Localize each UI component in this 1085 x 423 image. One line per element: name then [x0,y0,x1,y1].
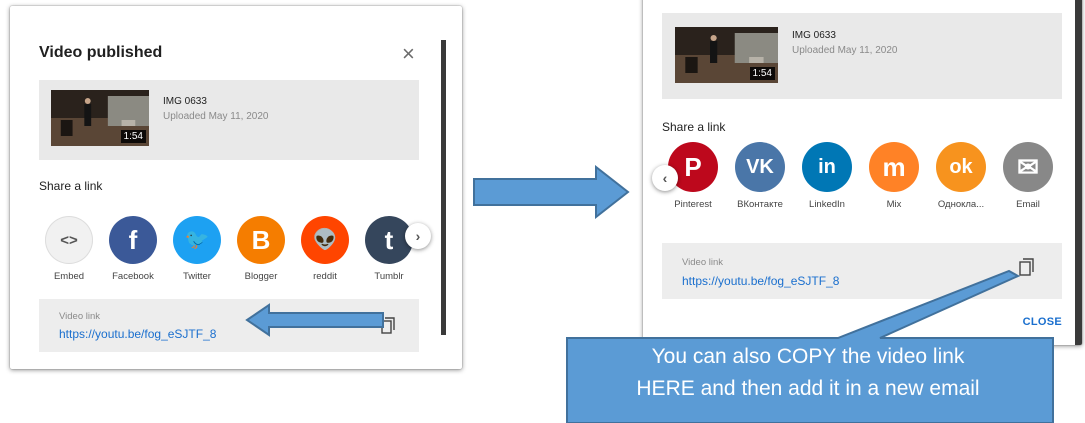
video-title: IMG 0633 [163,96,207,107]
code-icon: <> [45,216,93,264]
share-item-linkedin[interactable]: in LinkedIn [797,142,857,210]
dialog-title: Video published [39,44,163,61]
share-item-twitter[interactable]: 🐦 Twitter [167,216,227,282]
duration-badge: 1:54 [749,67,775,80]
previous-arrow-button[interactable]: ‹ [652,165,678,191]
chevron-right-icon: › [415,228,421,244]
linkedin-icon: in [802,142,852,192]
share-item-facebook[interactable]: f Facebook [103,216,163,282]
share-item-label: Однокла... [937,199,985,210]
share-item-label: reddit [313,271,337,282]
share-item-blogger[interactable]: B Blogger [231,216,291,282]
scrollbar[interactable] [1075,0,1082,345]
share-item-label: Blogger [244,271,278,282]
email-icon: ✉ [1003,142,1053,192]
share-item-label: Pinterest [674,199,712,210]
mix-icon: m [869,142,919,192]
share-item-label: LinkedIn [809,199,845,210]
share-item-label: Twitter [183,271,211,282]
vk-icon: VK [735,142,785,192]
share-item-email[interactable]: ✉ Email [998,142,1058,210]
right-arrow-shape [473,165,630,219]
upload-date: Uploaded May 11, 2020 [792,45,898,56]
video-thumbnail: 1:54 [675,27,778,83]
chevron-left-icon: ‹ [662,170,668,186]
blogger-icon: B [237,216,285,264]
share-item-label: Facebook [112,271,154,282]
callout-line-2: HERE and then add it in a new email [636,377,980,400]
video-title: IMG 0633 [792,30,836,41]
callout-line-1: You can also COPY the video link [651,345,965,368]
scrollbar[interactable] [441,40,446,335]
close-icon[interactable]: × [402,43,415,65]
video-link-label: Video link [59,311,101,322]
next-arrow-button[interactable]: › [405,223,431,249]
duration-badge: 1:54 [120,130,146,143]
share-item-label: Embed [53,271,85,282]
share-item-label: Tumblr [374,271,404,282]
reddit-icon: 👽 [301,216,349,264]
share-item-reddit[interactable]: 👽 reddit [295,216,355,282]
share-item-label: Mix [886,199,902,210]
video-link-url[interactable]: https://youtu.be/fog_eSJTF_8 [59,327,216,341]
video-published-dialog: Video published × 1:54 IMG 0633 Uploaded… [10,6,462,369]
left-arrow-shape [245,303,384,337]
share-label: Share a link [39,179,103,193]
share-item-однокла-[interactable]: ok Однокла... [931,142,991,210]
upload-date: Uploaded May 11, 2020 [163,111,269,122]
callout-text: You can also COPY the video link HERE an… [566,341,1050,405]
video-card: 1:54 IMG 0633 Uploaded May 11, 2020 [39,80,419,160]
video-card: 1:54 IMG 0633 Uploaded May 11, 2020 [662,13,1062,99]
twitter-icon: 🐦 [173,216,221,264]
share-item-embed[interactable]: <> Embed [39,216,99,282]
share-item-вконтакте[interactable]: VK ВКонтакте [730,142,790,210]
video-thumbnail: 1:54 [51,90,149,146]
share-item-mix[interactable]: m Mix [864,142,924,210]
share-item-label: ВКонтакте [737,199,783,210]
share-label: Share a link [662,120,726,134]
facebook-icon: f [109,216,157,264]
share-item-label: Email [1016,199,1040,210]
odnoklassniki-icon: ok [936,142,986,192]
